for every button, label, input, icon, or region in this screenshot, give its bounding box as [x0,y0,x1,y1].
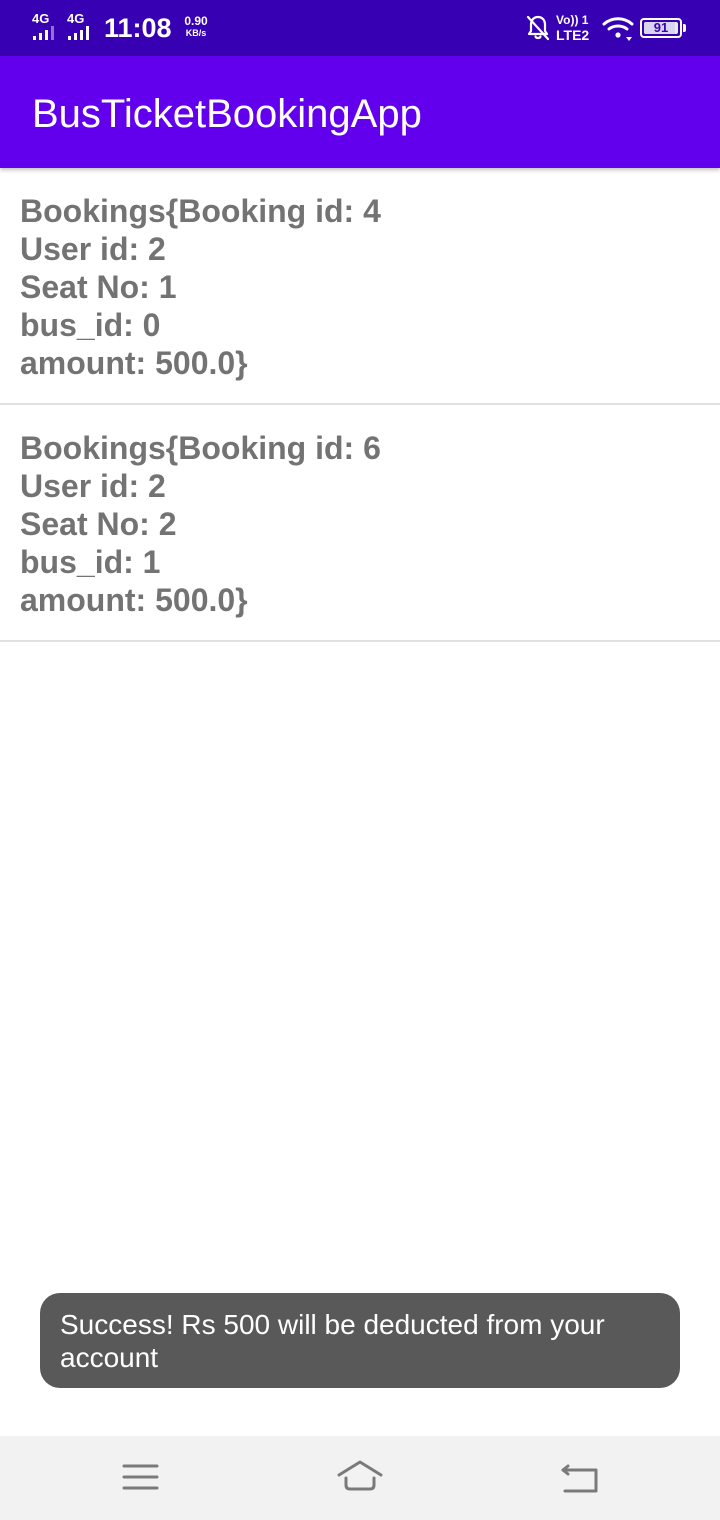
home-icon[interactable] [336,1454,384,1502]
nav-bar [0,1436,720,1520]
signal-icon [33,26,54,40]
app-bar: BusTicketBookingApp [0,56,720,168]
booking-id-line: Bookings{Booking id: 4 [20,193,381,229]
network-2-label: 4G [67,11,85,26]
battery-level: 91 [653,22,669,34]
bus-id-line: bus_id: 1 [20,544,161,580]
booking-details: Bookings{Booking id: 4 User id: 2 Seat N… [20,192,381,382]
user-id-line: User id: 2 [20,468,166,504]
battery-fill: 91 [644,22,678,34]
booking-item[interactable]: Bookings{Booking id: 4 User id: 2 Seat N… [0,168,720,405]
battery-body: 91 [640,18,682,38]
network-1-label: 4G [32,11,50,26]
network-1-indicator: 4G [32,12,56,42]
speed-unit: KB/s [185,28,207,38]
lte-label: LTE2 [556,27,590,43]
speed-value: 0.90 [184,14,208,28]
toast-message: Success! Rs 500 will be deducted from yo… [60,1309,605,1373]
back-icon[interactable] [556,1454,604,1502]
user-id-line: User id: 2 [20,231,166,267]
booking-list: Bookings{Booking id: 4 User id: 2 Seat N… [0,168,720,642]
battery-tip [683,24,686,32]
signal-icon [68,26,89,40]
volte-indicator: Vo)) 1 LTE2 [556,13,596,43]
booking-item[interactable]: Bookings{Booking id: 6 User id: 2 Seat N… [0,405,720,642]
network-speed: 0.90 KB/s [179,14,213,39]
screen: 4G 4G 11:08 0.90 KB/s Vo)) 1 LTE2 91 Bus… [0,0,720,1520]
seat-no-line: Seat No: 2 [20,506,177,542]
booking-id-line: Bookings{Booking id: 6 [20,430,381,466]
amount-line: amount: 500.0} [20,582,248,618]
status-time: 11:08 [104,13,172,43]
app-title: BusTicketBookingApp [32,92,422,136]
network-2-indicator: 4G [67,12,91,42]
bus-id-line: bus_id: 0 [20,307,161,343]
seat-no-line: Seat No: 1 [20,269,177,305]
wifi-icon [602,17,634,41]
battery-icon: 91 [640,18,686,38]
bell-off-icon [526,15,550,41]
status-bar: 4G 4G 11:08 0.90 KB/s Vo)) 1 LTE2 91 [0,0,720,56]
toast: Success! Rs 500 will be deducted from yo… [40,1293,680,1388]
amount-line: amount: 500.0} [20,345,248,381]
menu-icon[interactable] [116,1454,164,1502]
booking-details: Bookings{Booking id: 6 User id: 2 Seat N… [20,429,381,619]
volte-label: Vo)) 1 [556,13,589,27]
